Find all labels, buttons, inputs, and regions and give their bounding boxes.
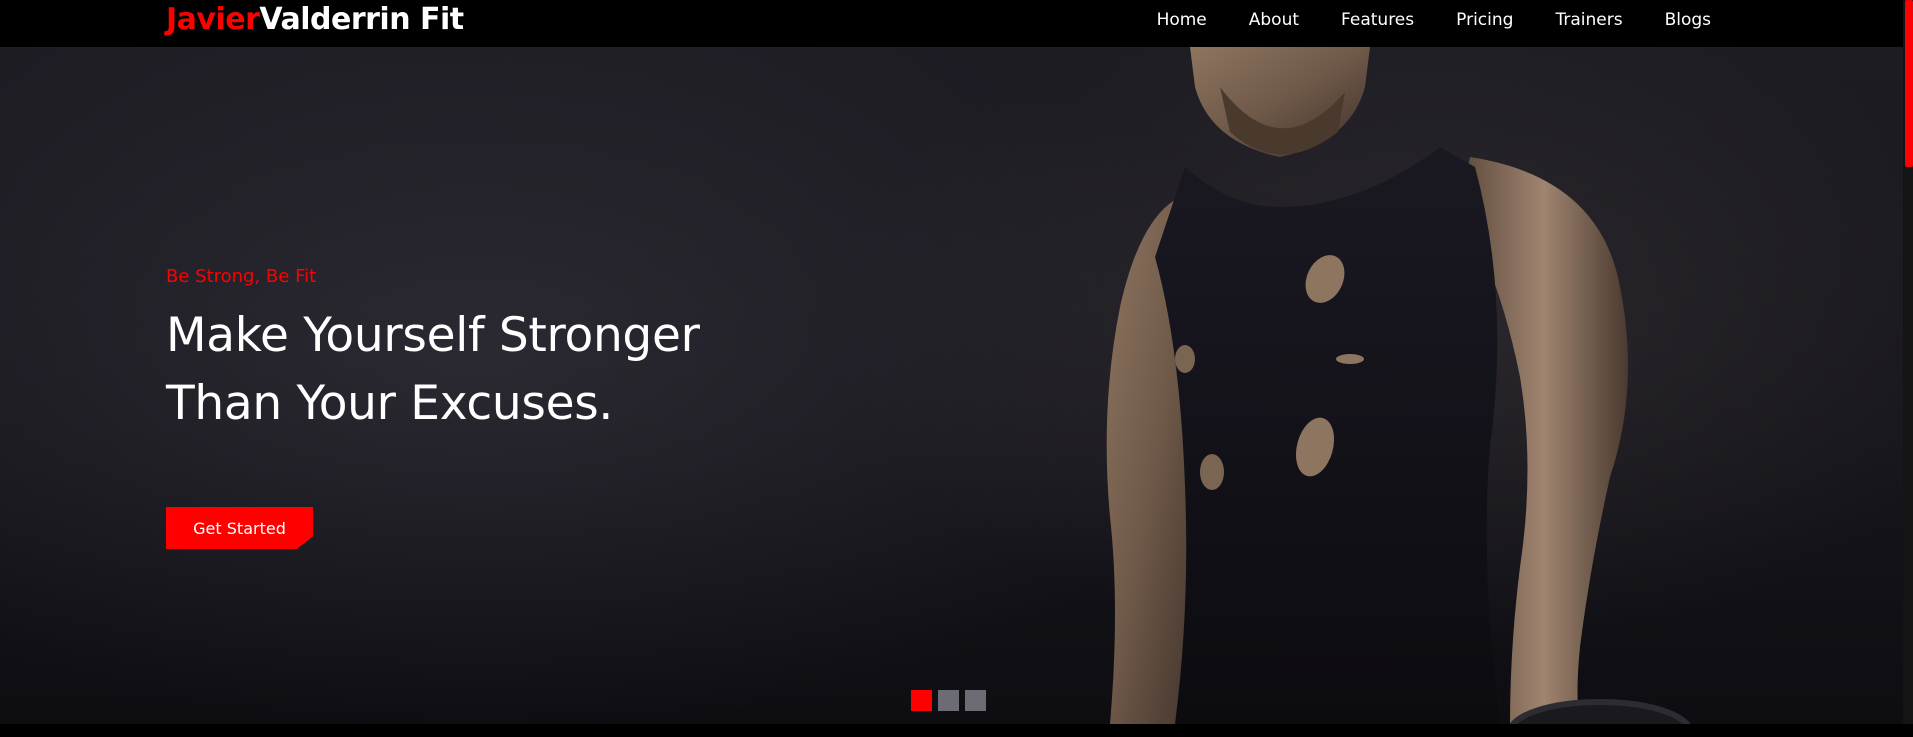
carousel-indicators [911, 690, 986, 711]
hero-tagline: Be Strong, Be Fit [166, 266, 317, 287]
brand-logo[interactable]: JavierValderrin Fit [166, 3, 464, 37]
hero-athlete-image [1106, 47, 1691, 724]
hero-title-line-1: Make Yourself Stronger [166, 308, 700, 363]
hero-banner: Be Strong, Be Fit Make Yourself Stronger… [0, 47, 1903, 724]
main-nav: Home About Features Pricing Trainers Blo… [1157, 0, 1711, 40]
nav-link-features[interactable]: Features [1341, 10, 1414, 30]
brand-first-name: Javier [166, 2, 260, 37]
nav-link-blogs[interactable]: Blogs [1665, 10, 1711, 30]
nav-link-home[interactable]: Home [1157, 10, 1207, 30]
hero-content: Be Strong, Be Fit Make Yourself Stronger… [166, 266, 866, 549]
page-bottom-edge [0, 724, 1913, 737]
nav-link-pricing[interactable]: Pricing [1456, 10, 1513, 30]
top-navbar: JavierValderrin Fit Home About Features … [0, 0, 1903, 47]
get-started-button[interactable]: Get Started [166, 507, 313, 549]
nav-link-about[interactable]: About [1249, 10, 1299, 30]
hero-title: Make Yourself Stronger Than Your Excuses… [166, 302, 866, 438]
carousel-dot-1[interactable] [911, 690, 932, 711]
brand-rest-name: Valderrin Fit [259, 2, 464, 37]
nav-link-trainers[interactable]: Trainers [1555, 10, 1622, 30]
carousel-dot-2[interactable] [938, 690, 959, 711]
carousel-dot-3[interactable] [965, 690, 986, 711]
scrollbar-thumb[interactable] [1905, 0, 1913, 167]
hero-title-line-2: Than Your Excuses. [166, 376, 614, 431]
